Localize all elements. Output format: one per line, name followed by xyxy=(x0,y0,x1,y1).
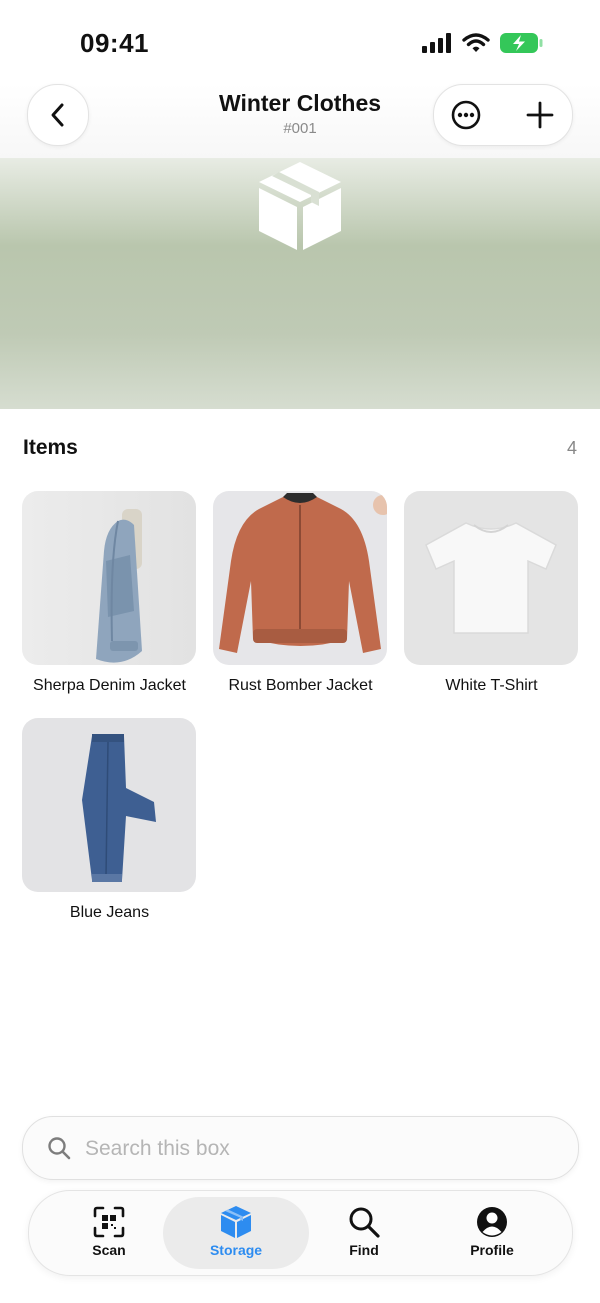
plus-icon xyxy=(526,101,554,129)
header: Winter Clothes #001 xyxy=(0,84,600,158)
item-label: Sherpa Denim Jacket xyxy=(33,677,186,694)
jacket-image xyxy=(96,509,142,663)
chevron-left-icon xyxy=(51,103,64,127)
items-header: Items 4 xyxy=(23,436,577,466)
box-banner xyxy=(0,158,600,409)
item-photo xyxy=(22,718,196,892)
jeans-image xyxy=(82,734,156,882)
tab-storage[interactable]: Storage xyxy=(163,1197,309,1269)
battery-charging-icon xyxy=(500,33,543,53)
item-card-white-t-shirt[interactable]: White T-Shirt xyxy=(404,491,579,695)
search-input[interactable] xyxy=(83,1129,557,1169)
tab-label: Find xyxy=(349,1242,379,1258)
box-icon xyxy=(259,162,341,250)
item-photo xyxy=(213,491,387,665)
title-block: Winter Clothes #001 xyxy=(150,90,450,137)
status-bar: 09:41 xyxy=(0,0,600,88)
tshirt-image xyxy=(425,522,557,634)
search-icon xyxy=(349,1207,380,1238)
item-card-blue-jeans[interactable]: Blue Jeans xyxy=(22,718,197,922)
wifi-icon xyxy=(462,33,490,52)
tab-label: Profile xyxy=(470,1242,514,1258)
item-label: Blue Jeans xyxy=(69,904,150,921)
jacket-image xyxy=(219,493,387,653)
tab-profile[interactable]: Profile xyxy=(419,1197,565,1269)
item-photo xyxy=(404,491,578,665)
item-card-rust-bomber-jacket[interactable]: Rust Bomber Jacket xyxy=(213,491,388,695)
box-number: #001 xyxy=(283,120,317,137)
search-icon xyxy=(48,1137,71,1160)
page-title: Winter Clothes xyxy=(218,90,382,116)
items-count: 4 xyxy=(566,438,577,458)
more-options-button[interactable] xyxy=(451,100,481,135)
status-time: 09:41 xyxy=(80,28,149,58)
status-icons xyxy=(422,32,544,54)
profile-icon xyxy=(477,1207,507,1237)
qr-scan-icon xyxy=(93,1206,125,1238)
item-label: White T-Shirt xyxy=(445,677,538,694)
ellipsis-circle-icon xyxy=(451,100,481,130)
tab-label: Scan xyxy=(92,1242,126,1258)
back-button[interactable] xyxy=(27,84,89,146)
add-item-button[interactable] xyxy=(525,100,555,135)
box-icon xyxy=(221,1206,251,1238)
item-card-sherpa-denim-jacket[interactable]: Sherpa Denim Jacket xyxy=(22,491,197,695)
tab-scan[interactable]: Scan xyxy=(36,1197,182,1269)
cellular-signal-icon xyxy=(422,33,451,53)
tab-bar: Scan Storage Find Profile xyxy=(28,1190,573,1276)
tab-label: Storage xyxy=(209,1242,263,1258)
search-bar[interactable] xyxy=(22,1116,579,1180)
screen: 09:41 Winter Clothes #001 Items 4 Sherpa… xyxy=(0,0,600,1303)
tab-find[interactable]: Find xyxy=(291,1197,437,1269)
items-title: Items xyxy=(23,436,78,459)
header-actions xyxy=(433,84,573,146)
item-label: Rust Bomber Jacket xyxy=(228,677,373,694)
item-photo xyxy=(22,491,196,665)
